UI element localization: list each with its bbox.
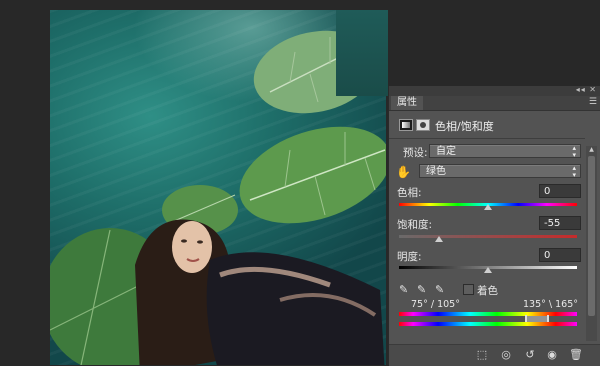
eyedropper-plus-icon[interactable]: ✎ <box>417 283 426 296</box>
menu-icon[interactable]: ☰ <box>589 98 597 107</box>
view-previous-icon[interactable]: ◎ <box>499 349 513 361</box>
saturation-slider-thumb[interactable] <box>435 236 444 242</box>
panel-tab-row: 属性 ☰ <box>389 96 600 111</box>
colorize-label: 着色 <box>477 285 498 297</box>
trash-icon[interactable]: 🗑 <box>569 349 583 361</box>
select-arrows-icon: ▴ ▾ <box>572 144 576 159</box>
saturation-input[interactable]: -55 <box>539 216 581 230</box>
hue-label: 色相: <box>397 187 422 199</box>
collapse-controls[interactable]: ◂◂ ✕ <box>576 85 597 94</box>
color-range-bar-top <box>399 312 577 316</box>
woman-in-water <box>130 205 386 365</box>
divider <box>389 138 585 139</box>
targeted-adjustment-hand-icon[interactable]: ✋ <box>396 165 411 179</box>
range-left-label: 75° / 105° <box>411 299 460 310</box>
tab-properties[interactable]: 属性 <box>391 96 423 110</box>
adjustment-title-row: 色相/饱和度 <box>389 114 585 136</box>
channel-value: 绿色 <box>426 166 446 177</box>
lightness-label: 明度: <box>397 251 422 263</box>
channel-select[interactable]: 绿色 ▴ ▾ <box>419 164 581 179</box>
preset-label: 预设: <box>403 147 428 159</box>
scroll-up-arrow-icon[interactable]: ▲ <box>586 146 597 154</box>
adjustment-title: 色相/饱和度 <box>435 120 494 133</box>
hue-saturation-adjustment-icon[interactable] <box>399 119 413 131</box>
eyedropper-minus-icon[interactable]: ✎ <box>435 283 444 296</box>
colorize-checkbox[interactable] <box>463 284 474 295</box>
scroll-thumb[interactable] <box>588 156 595 316</box>
hue-input[interactable]: 0 <box>539 184 581 198</box>
range-right-label: 135° \ 165° <box>523 299 579 310</box>
select-arrows-icon: ▴ ▾ <box>572 164 576 179</box>
hue-slider-thumb[interactable] <box>484 204 492 210</box>
eyedropper-icon[interactable]: ✎ <box>399 283 408 296</box>
layer-mask-icon[interactable] <box>416 119 430 131</box>
panel-bottom-toolbar: ⬚ ◎ ↺ ◉ 🗑 <box>389 344 600 366</box>
visibility-eye-icon[interactable]: ◉ <box>545 349 559 361</box>
clip-to-layer-icon[interactable]: ⬚ <box>475 349 489 361</box>
panel-scrollbar[interactable]: ▲ <box>586 146 597 341</box>
reset-icon[interactable]: ↺ <box>523 349 537 361</box>
lightness-input[interactable]: 0 <box>539 248 581 262</box>
canvas-edge <box>336 10 388 96</box>
saturation-label: 饱和度: <box>397 219 433 231</box>
preset-select[interactable]: 自定 ▴ ▾ <box>429 144 581 159</box>
panel-header-bar: ◂◂ ✕ <box>389 85 600 96</box>
preset-value: 自定 <box>436 146 456 157</box>
saturation-slider-track[interactable] <box>399 235 577 238</box>
lightness-slider-thumb[interactable] <box>484 267 492 273</box>
properties-panel: ◂◂ ✕ 属性 ☰ 色相/饱和度 预设: 自定 ▴ ▾ ✋ 绿色 ▴ ▾ 色相: 0… <box>388 85 600 366</box>
color-range-bar-bottom <box>399 322 577 326</box>
